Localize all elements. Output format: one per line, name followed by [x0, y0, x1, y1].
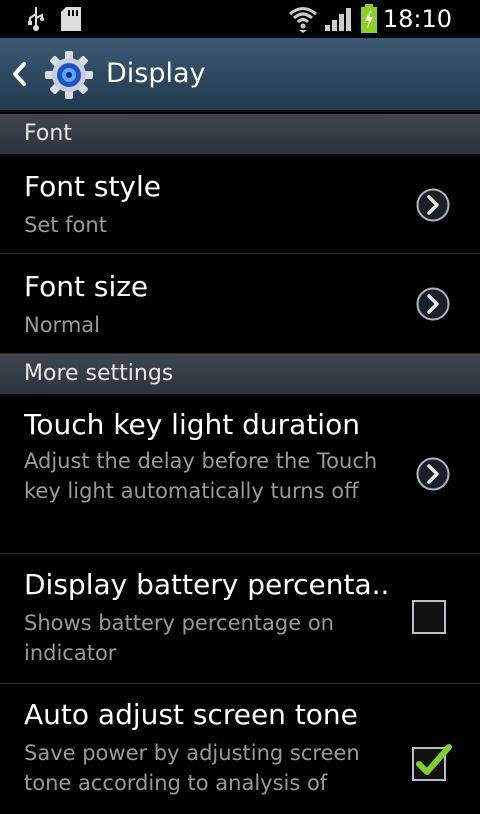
list-item-font-size[interactable]: Font size Normal — [0, 254, 480, 354]
settings-gear-icon[interactable] — [44, 50, 94, 104]
settings-list: Font Font style Set font Font size Norma… — [0, 114, 480, 814]
sd-card-icon — [60, 6, 82, 36]
chevron-right-icon[interactable] — [416, 188, 450, 222]
checkbox-checked[interactable] — [412, 744, 452, 781]
item-title: Display battery percenta.. — [24, 568, 390, 601]
section-header-more-settings: More settings — [0, 354, 480, 394]
battery-charging-icon — [360, 4, 378, 38]
item-summary: Adjust the delay before the Touch key li… — [24, 449, 378, 503]
list-item-auto-adjust-screen-tone[interactable]: Auto adjust screen tone Save power by ad… — [0, 684, 480, 814]
item-title: Font style — [24, 170, 162, 203]
wifi-icon — [288, 5, 318, 37]
chevron-right-icon[interactable] — [416, 457, 450, 491]
chevron-right-icon[interactable] — [416, 287, 450, 321]
status-time: 18:10 — [382, 5, 452, 33]
item-summary: Save power by adjusting screen tone acco… — [24, 741, 360, 795]
signal-icon — [324, 6, 354, 36]
list-item-touch-key-light-duration[interactable]: Touch key light duration Adjust the dela… — [0, 394, 480, 554]
item-summary: Set font — [24, 213, 107, 237]
section-header-font: Font — [0, 114, 480, 154]
item-summary: Normal — [24, 313, 100, 337]
status-bar: 18:10 — [0, 0, 480, 38]
item-title: Auto adjust screen tone — [24, 698, 358, 731]
back-chevron-icon[interactable] — [10, 60, 30, 92]
item-title: Touch key light duration — [24, 408, 360, 441]
usb-icon — [26, 6, 46, 36]
item-summary: Shows battery percentage on indicator — [24, 611, 334, 665]
item-title: Font size — [24, 270, 149, 303]
action-bar: Display — [0, 38, 480, 112]
checkbox-unchecked[interactable] — [412, 600, 446, 634]
list-item-display-battery-percentage[interactable]: Display battery percenta.. Shows battery… — [0, 554, 480, 684]
list-item-font-style[interactable]: Font style Set font — [0, 154, 480, 254]
page-title: Display — [106, 58, 206, 89]
